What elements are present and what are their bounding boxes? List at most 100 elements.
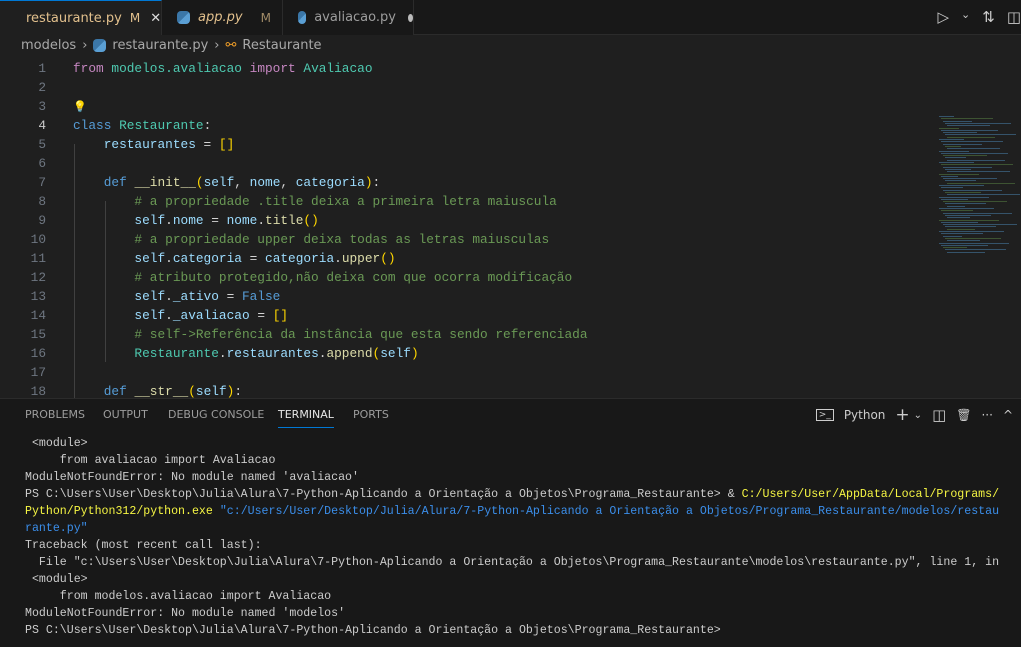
- code-token: nome: [249, 175, 281, 190]
- terminal-line: PS C:\Users\User\Desktop\Julia\Alura\7-P…: [25, 486, 999, 503]
- breadcrumb: modelos › restaurante.py › ⚯ Restaurante: [21, 38, 322, 53]
- python-file-icon: [177, 11, 190, 24]
- line-number: 7: [38, 175, 46, 190]
- code-line[interactable]: # atributo protegido,não deixa com que o…: [73, 268, 572, 287]
- line-number: 11: [30, 251, 46, 266]
- terminal-text: PS C:\Users\User\Desktop\Julia\Alura\7-P…: [25, 488, 742, 501]
- minimap-line: [945, 249, 1006, 251]
- minimap[interactable]: [937, 116, 1021, 266]
- code-token: # a propriedade upper deixa todas as let…: [73, 232, 550, 247]
- code-token: []: [218, 137, 235, 152]
- maximize-panel-icon[interactable]: ^: [1003, 408, 1013, 422]
- panel-tab-output[interactable]: OUTPUT: [103, 408, 148, 428]
- terminal-text: ModuleNotFoundError: No module named 'av…: [25, 471, 359, 484]
- terminal-line: rante.py": [25, 520, 999, 537]
- terminal-shell-name[interactable]: Python: [844, 408, 886, 422]
- code-token: .: [165, 289, 173, 304]
- code-line[interactable]: # self->Referência da instância que esta…: [73, 325, 588, 344]
- minimap-line: [943, 143, 982, 145]
- minimap-line: [943, 166, 992, 168]
- minimap-line: [947, 159, 1005, 161]
- line-number: 3: [38, 99, 46, 114]
- terminal-output[interactable]: <module> from avaliacao import Avaliacao…: [25, 435, 999, 639]
- code-token: (): [303, 213, 319, 228]
- bottom-panel: PROBLEMS OUTPUT DEBUG CONSOLE TERMINAL P…: [0, 398, 1021, 647]
- panel-tab-terminal[interactable]: TERMINAL: [278, 408, 334, 428]
- terminal-text: C:/Users/User/AppData/Local/Programs/: [741, 488, 1000, 501]
- unsaved-dot-icon[interactable]: [407, 13, 413, 22]
- code-line[interactable]: restaurantes = []: [73, 135, 235, 154]
- breadcrumb-symbol[interactable]: Restaurante: [242, 38, 321, 53]
- split-editor-icon[interactable]: ◫: [1007, 8, 1021, 26]
- lightbulb-icon[interactable]: 💡: [73, 102, 87, 114]
- code-token: _ativo: [172, 289, 219, 304]
- minimap-line: [939, 150, 969, 152]
- minimap-line: [941, 233, 983, 235]
- minimap-line: [939, 185, 984, 186]
- terminal-text: Python/Python312/python.exe: [25, 505, 213, 518]
- panel-tab-ports[interactable]: PORTS: [353, 408, 389, 428]
- code-line[interactable]: # a propriedade upper deixa todas as let…: [73, 230, 549, 249]
- split-terminal-icon[interactable]: ◫: [932, 406, 946, 424]
- minimap-line: [947, 148, 1000, 150]
- minimap-line: [941, 187, 963, 189]
- modified-badge: M: [260, 10, 271, 25]
- minimap-line: [943, 235, 962, 237]
- panel-tab-debug-console[interactable]: DEBUG CONSOLE: [168, 408, 264, 428]
- code-line[interactable]: self.nome = nome.title(): [73, 211, 319, 230]
- tab-label: avaliacao.py: [314, 10, 396, 25]
- minimap-line: [939, 231, 1004, 232]
- code-token: (): [380, 251, 396, 266]
- more-icon[interactable]: ···: [981, 408, 992, 422]
- tab-app-py[interactable]: app.py M: [162, 0, 283, 35]
- code-token: False: [241, 289, 281, 304]
- code-line[interactable]: from modelos.avaliacao import Avaliacao: [73, 59, 373, 78]
- minimap-line: [941, 164, 1013, 166]
- code-line[interactable]: self._avaliacao = []: [73, 306, 288, 325]
- chevron-right-icon: ›: [214, 38, 220, 53]
- chevron-down-icon[interactable]: ⌄: [914, 410, 922, 421]
- code-token: ,: [280, 175, 296, 190]
- breadcrumb-folder[interactable]: modelos: [21, 38, 76, 53]
- code-token: ,: [234, 175, 250, 190]
- minimap-line: [943, 132, 977, 134]
- minimap-line: [939, 162, 974, 163]
- tab-avaliacao-py[interactable]: avaliacao.py: [283, 0, 414, 35]
- code-editor[interactable]: 1 from modelos.avaliacao import Avaliacao…: [0, 58, 1021, 399]
- trash-icon[interactable]: 🗑: [956, 408, 971, 422]
- chevron-down-icon[interactable]: ⌄: [961, 8, 970, 26]
- tab-label: app.py: [198, 10, 243, 25]
- close-icon[interactable]: ✕: [150, 11, 161, 26]
- run-icon[interactable]: ▷: [937, 8, 949, 26]
- code-token: .: [334, 251, 342, 266]
- code-token: =: [241, 251, 266, 266]
- minimap-line: [941, 244, 988, 246]
- minimap-line: [947, 205, 965, 207]
- line-number: 9: [38, 213, 46, 228]
- code-token: ): [364, 175, 373, 190]
- tab-restaurante-py[interactable]: restaurante.py M ✕: [0, 0, 162, 35]
- minimap-line: [941, 118, 993, 120]
- code-token: # self->Referência da instância que esta…: [73, 327, 588, 342]
- code-line[interactable]: class Restaurante:: [73, 116, 211, 135]
- breadcrumb-file[interactable]: restaurante.py: [112, 38, 208, 53]
- panel-tab-problems[interactable]: PROBLEMS: [25, 408, 85, 428]
- class-symbol-icon: ⚯: [225, 38, 237, 53]
- compare-changes-icon[interactable]: ⇅: [982, 8, 995, 26]
- code-line[interactable]: Restaurante.restaurantes.append(self): [73, 344, 418, 363]
- line-number: 16: [30, 346, 46, 361]
- minimap-line: [939, 116, 954, 117]
- chevron-right-icon: ›: [82, 38, 88, 53]
- code-token: Restaurante: [119, 118, 204, 133]
- code-line[interactable]: self._ativo = False: [73, 287, 280, 306]
- minimap-line: [945, 226, 996, 228]
- new-terminal-icon[interactable]: +: [895, 405, 909, 425]
- minimap-line: [945, 134, 1016, 136]
- code-line[interactable]: self.categoria = categoria.upper(): [73, 249, 396, 268]
- code-line[interactable]: 💡: [73, 97, 87, 116]
- code-token: self: [73, 213, 166, 228]
- code-line[interactable]: def __init__(self, nome, categoria):: [73, 173, 381, 192]
- code-line[interactable]: # a propriedade .title deixa a primeira …: [73, 192, 556, 211]
- terminal-line: PS C:\Users\User\Desktop\Julia\Alura\7-P…: [25, 622, 999, 639]
- code-token: nome: [172, 213, 204, 228]
